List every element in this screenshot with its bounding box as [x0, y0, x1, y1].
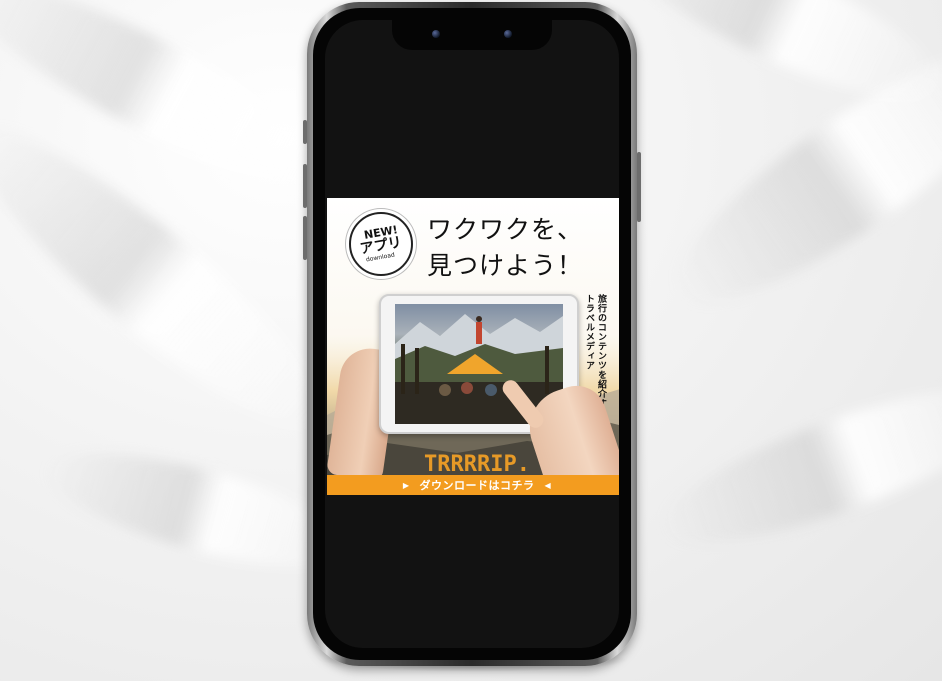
- play-right-icon: ▶: [402, 480, 410, 490]
- brand-logo: TRRRRIP.: [424, 452, 530, 477]
- play-left-icon: ◀: [544, 480, 552, 490]
- fabric-fold: [646, 357, 942, 573]
- mute-switch: [303, 120, 307, 144]
- headline-line-1: ワクワクを、: [427, 215, 584, 244]
- sensor-icon: [504, 30, 512, 38]
- power-button: [637, 152, 641, 222]
- volume-up-button: [303, 164, 307, 208]
- phone-screen: NEW! アプリ download ワクワクを、 見つけよう！ 旅行のコンテンツ…: [325, 20, 619, 648]
- new-app-badge: NEW! アプリ download: [349, 212, 413, 276]
- phone-notch: [392, 20, 552, 50]
- download-cta-button[interactable]: ▶ ダウンロードはコチラ ◀: [327, 475, 619, 495]
- phone-bezel: NEW! アプリ download ワクワクを、 見つけよう！ 旅行のコンテンツ…: [313, 8, 631, 660]
- camera-icon: [432, 30, 440, 38]
- tagline-line-2: トラベルメディア: [584, 294, 594, 370]
- volume-down-button: [303, 216, 307, 260]
- app-ad-banner[interactable]: NEW! アプリ download ワクワクを、 見つけよう！ 旅行のコンテンツ…: [327, 198, 619, 495]
- cta-label: ダウンロードはコチラ: [419, 479, 535, 492]
- smartphone: NEW! アプリ download ワクワクを、 見つけよう！ 旅行のコンテンツ…: [303, 2, 641, 666]
- headline-line-2: 見つけよう！: [427, 251, 584, 280]
- ad-headline: ワクワクを、 見つけよう！: [427, 212, 617, 284]
